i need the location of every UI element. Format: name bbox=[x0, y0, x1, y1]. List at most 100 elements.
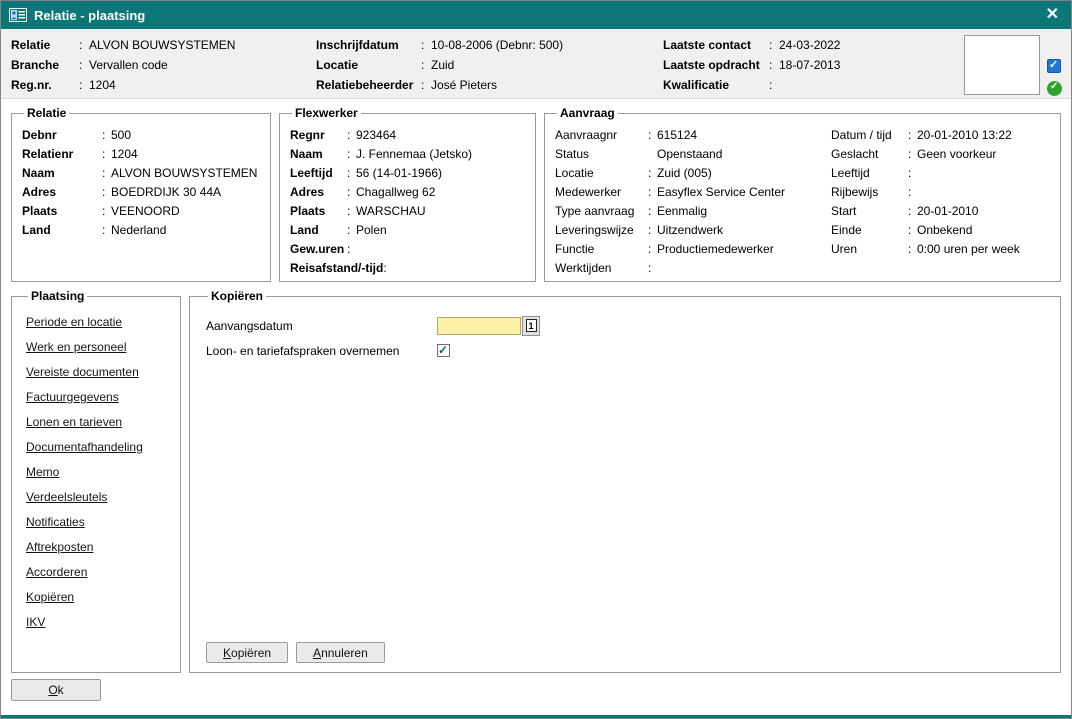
field-value: Eenmalig bbox=[657, 202, 707, 221]
field-row: Uren:0:00 uren per week bbox=[831, 240, 1056, 259]
field-separator: : bbox=[908, 221, 917, 240]
field-separator: : bbox=[908, 126, 917, 145]
field-label: Type aanvraag bbox=[555, 202, 648, 221]
field-row: Relatienr:1204 bbox=[22, 145, 266, 164]
field-separator: : bbox=[908, 183, 917, 202]
field-row: Adres:BOEDRDIJK 30 44A bbox=[22, 183, 266, 202]
field-separator: : bbox=[102, 126, 111, 145]
field-label: Functie bbox=[555, 240, 648, 259]
field-label: Reg.nr. bbox=[11, 75, 79, 95]
field-row: Plaats:WARSCHAU bbox=[290, 202, 531, 221]
field-value: José Pieters bbox=[431, 75, 497, 95]
field-separator: : bbox=[908, 164, 917, 183]
menu-item-periode-en-locatie[interactable]: Periode en locatie bbox=[26, 315, 122, 329]
close-icon[interactable]: ✕ bbox=[1044, 7, 1061, 23]
field-row: Gew.uren: bbox=[290, 240, 531, 259]
field-label: Rijbewijs bbox=[831, 183, 908, 202]
field-label: Kwalificatie bbox=[663, 75, 769, 95]
bottom-area: Plaatsing Periode en locatie Werk en per… bbox=[11, 289, 1061, 673]
kopieren-panel-legend: Kopiëren bbox=[208, 289, 266, 303]
field-label: Locatie bbox=[316, 55, 421, 75]
field-value: 500 bbox=[111, 126, 131, 145]
field-row: Geslacht:Geen voorkeur bbox=[831, 145, 1056, 164]
status-ok-icon bbox=[1047, 81, 1062, 96]
field-label: Start bbox=[831, 202, 908, 221]
titlebar: Relatie - plaatsing ✕ bbox=[1, 1, 1071, 29]
field-value: 1204 bbox=[111, 145, 138, 164]
field-label: Land bbox=[290, 221, 347, 240]
field-row: Start:20-01-2010 bbox=[831, 202, 1056, 221]
field-label: Naam bbox=[290, 145, 347, 164]
field-row: Locatie:Zuid (005) bbox=[555, 164, 831, 183]
menu-item-ikv[interactable]: IKV bbox=[26, 615, 45, 629]
field-label: Laatste contact bbox=[663, 35, 769, 55]
menu-item-lonen-en-tarieven[interactable]: Lonen en tarieven bbox=[26, 415, 122, 429]
loon-overnemen-row: Loon- en tariefafspraken overnemen bbox=[206, 338, 1056, 363]
field-value: Easyflex Service Center bbox=[657, 183, 785, 202]
menu-item-verdeelsleutels[interactable]: Verdeelsleutels bbox=[26, 490, 107, 504]
field-separator: : bbox=[908, 202, 917, 221]
field-value: BOEDRDIJK 30 44A bbox=[111, 183, 221, 202]
field-separator: : bbox=[347, 202, 356, 221]
field-value: 615124 bbox=[657, 126, 697, 145]
field-value: 0:00 uren per week bbox=[917, 240, 1020, 259]
field-separator: : bbox=[347, 240, 356, 259]
menu-item-accorderen[interactable]: Accorderen bbox=[26, 565, 87, 579]
field-separator: : bbox=[79, 75, 89, 95]
field-value: Zuid bbox=[431, 55, 454, 75]
field-label: Einde bbox=[831, 221, 908, 240]
aanvraag-right-column: Datum / tijd:20-01-2010 13:22 Geslacht:G… bbox=[831, 126, 1056, 278]
field-value: 20-01-2010 13:22 bbox=[917, 126, 1012, 145]
field-label: Werktijden bbox=[555, 259, 648, 278]
relatie-plaatsing-window: Relatie - plaatsing ✕ Relatie:ALVON BOUW… bbox=[0, 0, 1072, 719]
header-field: Relatiebeheerder:José Pieters bbox=[316, 75, 663, 95]
window-bottom-bar bbox=[1, 715, 1071, 718]
field-value: 24-03-2022 bbox=[779, 35, 840, 55]
plaatsing-menu-panel: Plaatsing Periode en locatie Werk en per… bbox=[11, 289, 181, 673]
annuleren-button[interactable]: Annuleren bbox=[296, 642, 385, 663]
field-label: Relatiebeheerder bbox=[316, 75, 421, 95]
field-value: Productiemedewerker bbox=[657, 240, 774, 259]
flexwerker-panel: Flexwerker Regnr:923464 Naam:J. Fennemaa… bbox=[279, 106, 536, 282]
field-label: Adres bbox=[290, 183, 347, 202]
header-field: Laatste contact:24-03-2022 bbox=[663, 35, 956, 55]
menu-item-aftrekposten[interactable]: Aftrekposten bbox=[26, 540, 93, 554]
field-separator: : bbox=[102, 145, 111, 164]
loon-overnemen-checkbox[interactable] bbox=[437, 344, 450, 357]
field-separator: : bbox=[648, 202, 657, 221]
field-row: Leveringswijze:Uitzendwerk bbox=[555, 221, 831, 240]
header-checkbox[interactable] bbox=[1047, 59, 1061, 73]
header-column-inschrijving: Inschrijfdatum:10-08-2006 (Debnr: 500) L… bbox=[316, 35, 663, 98]
field-separator: : bbox=[79, 55, 89, 75]
field-label: Geslacht bbox=[831, 145, 908, 164]
calendar-button[interactable]: 1 bbox=[522, 316, 540, 336]
field-separator: : bbox=[648, 221, 657, 240]
field-row: Aanvraagnr:615124 bbox=[555, 126, 831, 145]
aanvangsdatum-input[interactable] bbox=[437, 317, 521, 335]
relation-summary-header: Relatie:ALVON BOUWSYSTEMEN Branche:Verva… bbox=[1, 29, 1071, 99]
info-panels: Relatie Debnr:500 Relatienr:1204 Naam:AL… bbox=[11, 106, 1061, 282]
field-label: Adres bbox=[22, 183, 102, 202]
loon-overnemen-label: Loon- en tariefafspraken overnemen bbox=[206, 344, 437, 358]
menu-item-memo[interactable]: Memo bbox=[26, 465, 59, 479]
field-row: Land:Nederland bbox=[22, 221, 266, 240]
field-label: Reisafstand/-tijd bbox=[290, 259, 383, 278]
field-label: Regnr bbox=[290, 126, 347, 145]
field-row: Plaats:VEENOORD bbox=[22, 202, 266, 221]
menu-item-vereiste-documenten[interactable]: Vereiste documenten bbox=[26, 365, 139, 379]
ok-button[interactable]: Ok bbox=[11, 679, 101, 701]
menu-item-notificaties[interactable]: Notificaties bbox=[26, 515, 85, 529]
field-label: Medewerker bbox=[555, 183, 648, 202]
menu-item-factuurgegevens[interactable]: Factuurgegevens bbox=[26, 390, 119, 404]
kopieren-button[interactable]: Kopiëren bbox=[206, 642, 288, 663]
menu-item-kopieren[interactable]: Kopiëren bbox=[26, 590, 74, 604]
field-separator: : bbox=[102, 221, 111, 240]
kopieren-button-row: Kopiëren Annuleren bbox=[206, 642, 385, 663]
field-value: ALVON BOUWSYSTEMEN bbox=[111, 164, 257, 183]
menu-item-werk-en-personeel[interactable]: Werk en personeel bbox=[26, 340, 127, 354]
photo-placeholder bbox=[964, 35, 1040, 95]
menu-item-documentafhandeling[interactable]: Documentafhandeling bbox=[26, 440, 143, 454]
field-label: Datum / tijd bbox=[831, 126, 908, 145]
field-value: Geen voorkeur bbox=[917, 145, 996, 164]
field-separator: : bbox=[648, 240, 657, 259]
